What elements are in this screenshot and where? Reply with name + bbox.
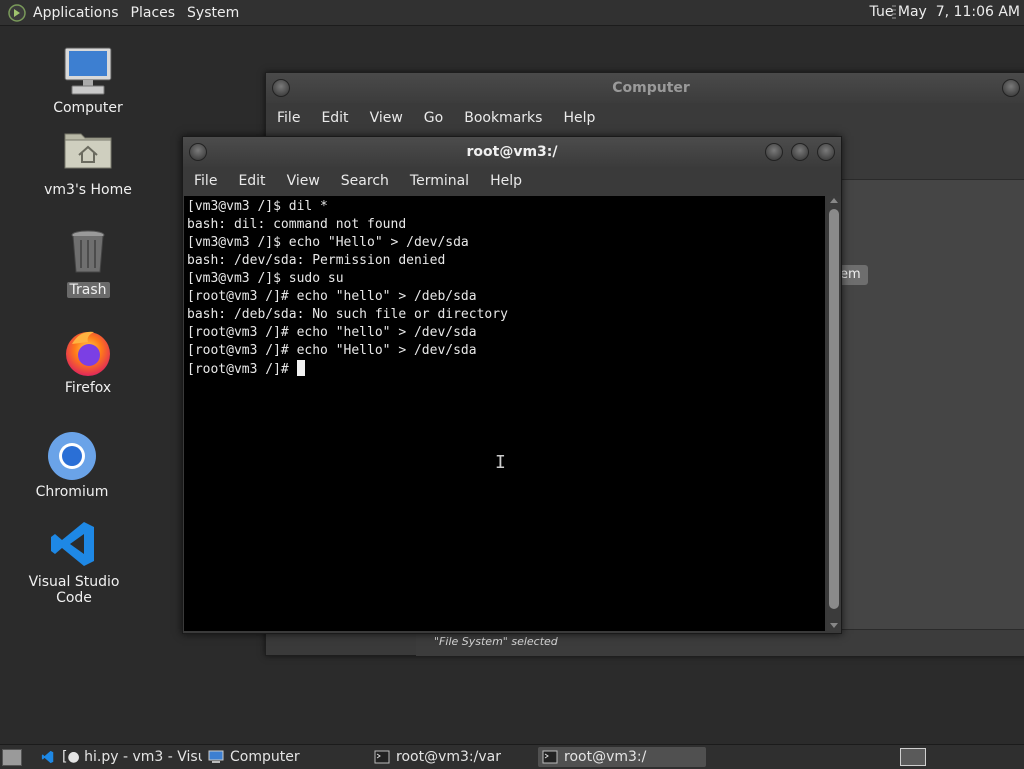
maximize-button[interactable] xyxy=(791,143,809,161)
terminal-line: [vm3@vm3 /]$ echo "Hello" > /dev/sda xyxy=(187,235,469,250)
applications-logo-icon[interactable] xyxy=(7,3,27,23)
desktop-icon-trash[interactable]: Trash xyxy=(33,228,143,298)
show-desktop-icon[interactable] xyxy=(2,749,22,766)
terminal-line: bash: /dev/sda: Permission denied xyxy=(187,253,446,268)
terminal-icon xyxy=(542,750,558,764)
places-menu[interactable]: Places xyxy=(131,5,176,21)
applications-menu[interactable]: Applications xyxy=(33,5,119,21)
firefox-icon xyxy=(62,326,114,378)
terminal-line: [vm3@vm3 /]$ sudo su xyxy=(187,271,344,286)
close-button[interactable] xyxy=(817,143,835,161)
vscode-icon xyxy=(41,750,54,764)
taskbar-item-terminal-var[interactable]: root@vm3:/var xyxy=(370,747,534,767)
window-menu-button[interactable] xyxy=(272,79,290,97)
terminal-prompt: [root@vm3 /]# xyxy=(187,362,297,377)
desktop-icon-label: Trash xyxy=(66,282,110,298)
text-cursor xyxy=(296,360,305,376)
trash-icon xyxy=(62,228,114,280)
menu-go[interactable]: Go xyxy=(424,110,443,126)
desktop-icon-vscode[interactable]: Visual Studio Code xyxy=(19,520,129,606)
minimize-button[interactable] xyxy=(765,143,783,161)
scroll-up-arrow-icon[interactable] xyxy=(830,198,838,203)
terminal-menubar: File Edit View Search Terminal Help xyxy=(183,167,841,195)
computer-icon xyxy=(208,750,224,763)
file-manager-titlebar[interactable]: Computer xyxy=(266,73,1024,103)
system-menu[interactable]: System xyxy=(187,5,239,21)
desktop-icon-label: Visual Studio Code xyxy=(28,574,120,606)
desktop-icon-label: Chromium xyxy=(35,484,109,500)
terminal-line: [root@vm3 /]# echo "hello" > /deb/sda xyxy=(187,289,477,304)
desktop-icon-chromium[interactable]: Chromium xyxy=(17,430,127,500)
desktop-icon-label: Computer xyxy=(53,100,123,116)
terminal-output[interactable]: [vm3@vm3 /]$ dil * bash: dil: command not… xyxy=(184,196,825,631)
terminal-scrollbar[interactable] xyxy=(827,196,841,631)
taskbar-item-computer[interactable]: Computer xyxy=(204,747,364,767)
terminal-line: [root@vm3 /]# echo "hello" > /dev/sda xyxy=(187,325,477,340)
taskbar-item-vscode[interactable]: [● hi.py - vm3 - Visu... xyxy=(36,747,202,767)
terminal-titlebar[interactable]: root@vm3:/ xyxy=(183,137,841,167)
window-menu-button[interactable] xyxy=(189,143,207,161)
scroll-down-arrow-icon[interactable] xyxy=(830,623,838,628)
top-panel: Applications Places System Tue May 7, 11… xyxy=(0,0,1024,26)
minimize-button[interactable] xyxy=(1002,79,1020,97)
menu-file[interactable]: File xyxy=(194,173,217,189)
file-manager-content[interactable] xyxy=(840,179,1024,650)
scrollbar-thumb[interactable] xyxy=(829,209,839,609)
menu-help[interactable]: Help xyxy=(563,110,595,126)
taskbar-item-label: root@vm3:/ xyxy=(564,749,647,765)
workspace-switcher[interactable] xyxy=(900,748,926,766)
taskbar-item-label: root@vm3:/var xyxy=(396,749,501,765)
menu-edit[interactable]: Edit xyxy=(238,173,265,189)
desktop-icon-label: vm3's Home xyxy=(44,182,132,198)
computer-icon xyxy=(62,46,114,98)
desktop-icon-label: Firefox xyxy=(64,380,112,396)
file-manager-menubar: File Edit View Go Bookmarks Help xyxy=(266,103,1024,133)
clock[interactable]: Tue May 7, 11:06 AM xyxy=(870,4,1020,20)
vscode-icon xyxy=(48,520,100,572)
chromium-icon xyxy=(46,430,98,482)
menu-search[interactable]: Search xyxy=(341,173,389,189)
desktop-icon-computer[interactable]: Computer xyxy=(33,46,143,116)
ibeam-cursor-icon: I xyxy=(495,452,506,473)
menu-file[interactable]: File xyxy=(277,110,300,126)
desktop-icon-home[interactable]: vm3's Home xyxy=(33,128,143,198)
window-title: root@vm3:/ xyxy=(466,144,558,160)
terminal-prompt-line[interactable]: [root@vm3 /]# xyxy=(187,360,825,379)
menu-edit[interactable]: Edit xyxy=(321,110,348,126)
menu-terminal[interactable]: Terminal xyxy=(410,173,469,189)
terminal-line: bash: dil: command not found xyxy=(187,217,407,232)
bottom-panel: [● hi.py - vm3 - Visu... Computer root@v… xyxy=(0,744,1024,769)
taskbar-item-label: [● hi.py - vm3 - Visu... xyxy=(62,749,202,765)
terminal-icon xyxy=(374,750,390,764)
menu-view[interactable]: View xyxy=(370,110,403,126)
window-title: Computer xyxy=(612,80,690,96)
menu-view[interactable]: View xyxy=(287,173,320,189)
terminal-line: bash: /deb/sda: No such file or director… xyxy=(187,307,508,322)
menu-bookmarks[interactable]: Bookmarks xyxy=(464,110,542,126)
taskbar-item-label: Computer xyxy=(230,749,300,765)
home-folder-icon xyxy=(62,128,114,180)
taskbar-item-terminal-root[interactable]: root@vm3:/ xyxy=(538,747,706,767)
desktop-icon-firefox[interactable]: Firefox xyxy=(33,326,143,396)
terminal-window[interactable]: root@vm3:/ File Edit View Search Termina… xyxy=(182,136,842,634)
terminal-line: [vm3@vm3 /]$ dil * xyxy=(187,199,328,214)
menu-help[interactable]: Help xyxy=(490,173,522,189)
terminal-line: [root@vm3 /]# echo "Hello" > /dev/sda xyxy=(187,343,477,358)
